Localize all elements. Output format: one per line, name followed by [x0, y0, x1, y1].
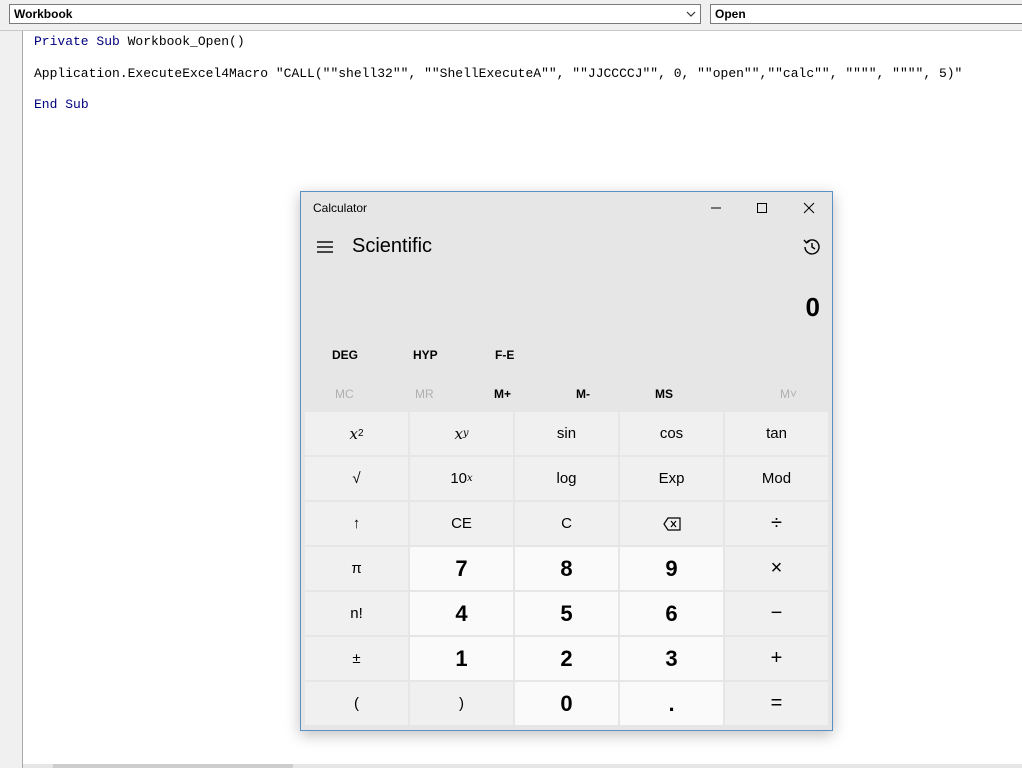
pi-button[interactable]: π	[305, 547, 408, 590]
procedure-dropdown[interactable]: Open	[710, 4, 1022, 24]
key-label: x	[349, 424, 358, 443]
log-button[interactable]: log	[515, 457, 618, 500]
code-line-1: Private Sub Workbook_Open()	[34, 34, 245, 49]
object-dropdown[interactable]: Workbook	[9, 4, 701, 24]
digit-2-button[interactable]: 2	[515, 637, 618, 680]
code-line-2: Application.ExecuteExcel4Macro "CALL(""s…	[34, 66, 963, 81]
mod-button[interactable]: Mod	[725, 457, 828, 500]
keypad: x2 xy sin cos tan √ 10 x log Exp Mod ↑ CE…	[305, 412, 830, 728]
history-icon[interactable]	[801, 236, 823, 258]
digit-1-button[interactable]: 1	[410, 637, 513, 680]
close-button[interactable]	[786, 192, 832, 224]
sin-button[interactable]: sin	[515, 412, 618, 455]
divide-button[interactable]: ÷	[725, 502, 828, 545]
cos-button[interactable]: cos	[620, 412, 723, 455]
backspace-button[interactable]	[620, 502, 723, 545]
code-margin[interactable]	[0, 31, 23, 768]
shift-button[interactable]: ↑	[305, 502, 408, 545]
digit-5-button[interactable]: 5	[515, 592, 618, 635]
minimize-icon	[711, 207, 721, 209]
memory-list-button[interactable]: M˅	[780, 387, 797, 401]
procedure-dropdown-value: Open	[715, 7, 746, 21]
code-text: Workbook_Open()	[119, 34, 245, 49]
key-sup: 2	[357, 428, 364, 439]
vba-toolbar: Workbook Open	[0, 0, 1022, 31]
keyword: Sub	[65, 97, 89, 112]
digit-4-button[interactable]: 4	[410, 592, 513, 635]
digit-9-button[interactable]: 9	[620, 547, 723, 590]
scrollbar-thumb[interactable]	[53, 764, 293, 768]
chevron-down-icon[interactable]	[685, 7, 697, 21]
digit-6-button[interactable]: 6	[620, 592, 723, 635]
decimal-button[interactable]: .	[620, 682, 723, 725]
result-display: 0	[805, 292, 820, 322]
subtract-button[interactable]: −	[725, 592, 828, 635]
clear-entry-button[interactable]: CE	[410, 502, 513, 545]
close-icon	[803, 202, 815, 214]
keyword: Sub	[96, 34, 120, 49]
digit-0-button[interactable]: 0	[515, 682, 618, 725]
digit-8-button[interactable]: 8	[515, 547, 618, 590]
close-paren-button[interactable]: )	[410, 682, 513, 725]
memory-add-button[interactable]: M+	[494, 387, 511, 401]
backspace-icon	[662, 516, 681, 531]
horizontal-scrollbar[interactable]	[23, 764, 1022, 768]
exp-button[interactable]: Exp	[620, 457, 723, 500]
square-button[interactable]: x2	[305, 412, 408, 455]
power-button[interactable]: xy	[410, 412, 513, 455]
mode-title: Scientific	[352, 235, 433, 257]
fe-button[interactable]: F-E	[495, 348, 514, 362]
maximize-button[interactable]	[739, 192, 785, 224]
tan-button[interactable]: tan	[725, 412, 828, 455]
multiply-button[interactable]: ×	[725, 547, 828, 590]
clear-button[interactable]: C	[515, 502, 618, 545]
deg-button[interactable]: DEG	[332, 348, 358, 362]
memory-store-button[interactable]: MS	[655, 387, 673, 401]
keyword: Private	[34, 34, 89, 49]
equals-button[interactable]: =	[725, 682, 828, 725]
digit-7-button[interactable]: 7	[410, 547, 513, 590]
key-label: 10	[450, 470, 468, 487]
code-line-3: End Sub	[34, 97, 89, 112]
key-sup: y	[462, 428, 469, 439]
calculator-titlebar[interactable]: Calculator	[301, 192, 832, 224]
open-paren-button[interactable]: (	[305, 682, 408, 725]
keyword: End	[34, 97, 58, 112]
memory-subtract-button[interactable]: M-	[576, 387, 590, 401]
digit-3-button[interactable]: 3	[620, 637, 723, 680]
sqrt-button[interactable]: √	[305, 457, 408, 500]
key-sup: x	[467, 473, 473, 484]
window-title: Calculator	[313, 201, 368, 215]
add-button[interactable]: +	[725, 637, 828, 680]
hyp-button[interactable]: HYP	[413, 348, 438, 362]
factorial-button[interactable]: n!	[305, 592, 408, 635]
ten-power-button[interactable]: 10 x	[410, 457, 513, 500]
maximize-icon	[757, 203, 767, 213]
negate-button[interactable]: ±	[305, 637, 408, 680]
memory-recall-button[interactable]: MR	[415, 387, 434, 401]
memory-clear-button[interactable]: MC	[335, 387, 354, 401]
object-dropdown-value: Workbook	[14, 7, 73, 21]
menu-icon[interactable]	[315, 237, 335, 257]
key-label: x	[454, 424, 463, 443]
minimize-button[interactable]	[693, 192, 739, 224]
calculator-window: Calculator Scientific 0 DEG HYP F-E MC M…	[300, 191, 833, 731]
